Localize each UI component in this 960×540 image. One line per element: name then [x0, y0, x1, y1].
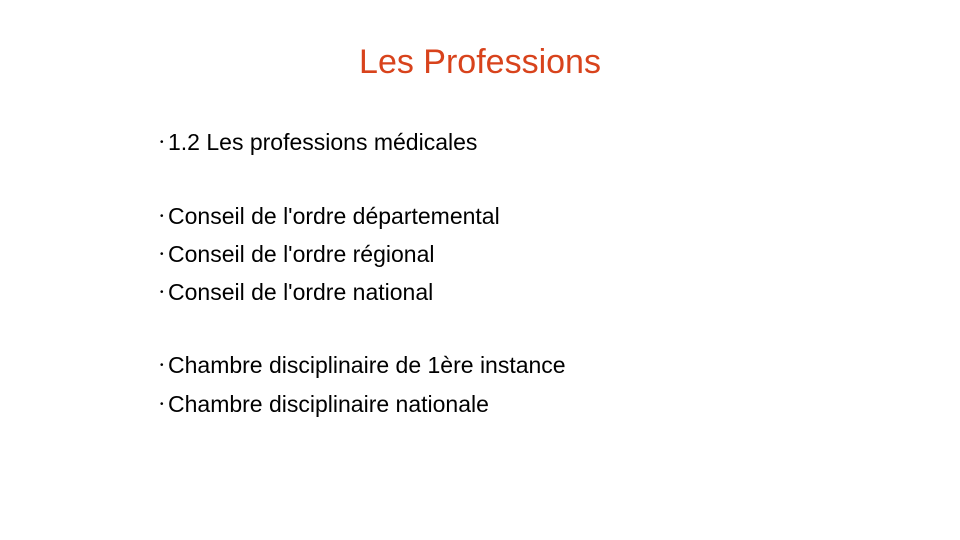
bullet-text: Chambre disciplinaire de 1ère instance: [168, 352, 566, 378]
bullet-item: • 1.2 Les professions médicales: [160, 127, 477, 157]
bullet-item: • Chambre disciplinaire de 1ère instance: [160, 350, 566, 380]
bullet-item: • Conseil de l'ordre national: [160, 277, 433, 307]
bullet-dot-icon: •: [160, 360, 164, 371]
bullet-item: • Conseil de l'ordre régional: [160, 239, 435, 269]
bullet-text: Chambre disciplinaire nationale: [168, 391, 489, 417]
bullet-dot-icon: •: [160, 249, 164, 260]
slide-title: Les Professions: [359, 43, 601, 81]
bullet-text: 1.2 Les professions médicales: [168, 129, 478, 155]
bullet-dot-icon: •: [160, 287, 164, 298]
bullet-text: Conseil de l'ordre régional: [168, 241, 435, 267]
bullet-dot-icon: •: [160, 137, 164, 148]
bullet-item: • Chambre disciplinaire nationale: [160, 389, 489, 419]
slide: Les Professions • 1.2 Les professions méd…: [0, 0, 960, 540]
bullet-item: • Conseil de l'ordre départemental: [160, 201, 500, 231]
bullet-dot-icon: •: [160, 399, 164, 410]
bullet-text: Conseil de l'ordre départemental: [168, 203, 500, 229]
bullet-text: Conseil de l'ordre national: [168, 279, 434, 305]
bullet-dot-icon: •: [160, 211, 164, 222]
